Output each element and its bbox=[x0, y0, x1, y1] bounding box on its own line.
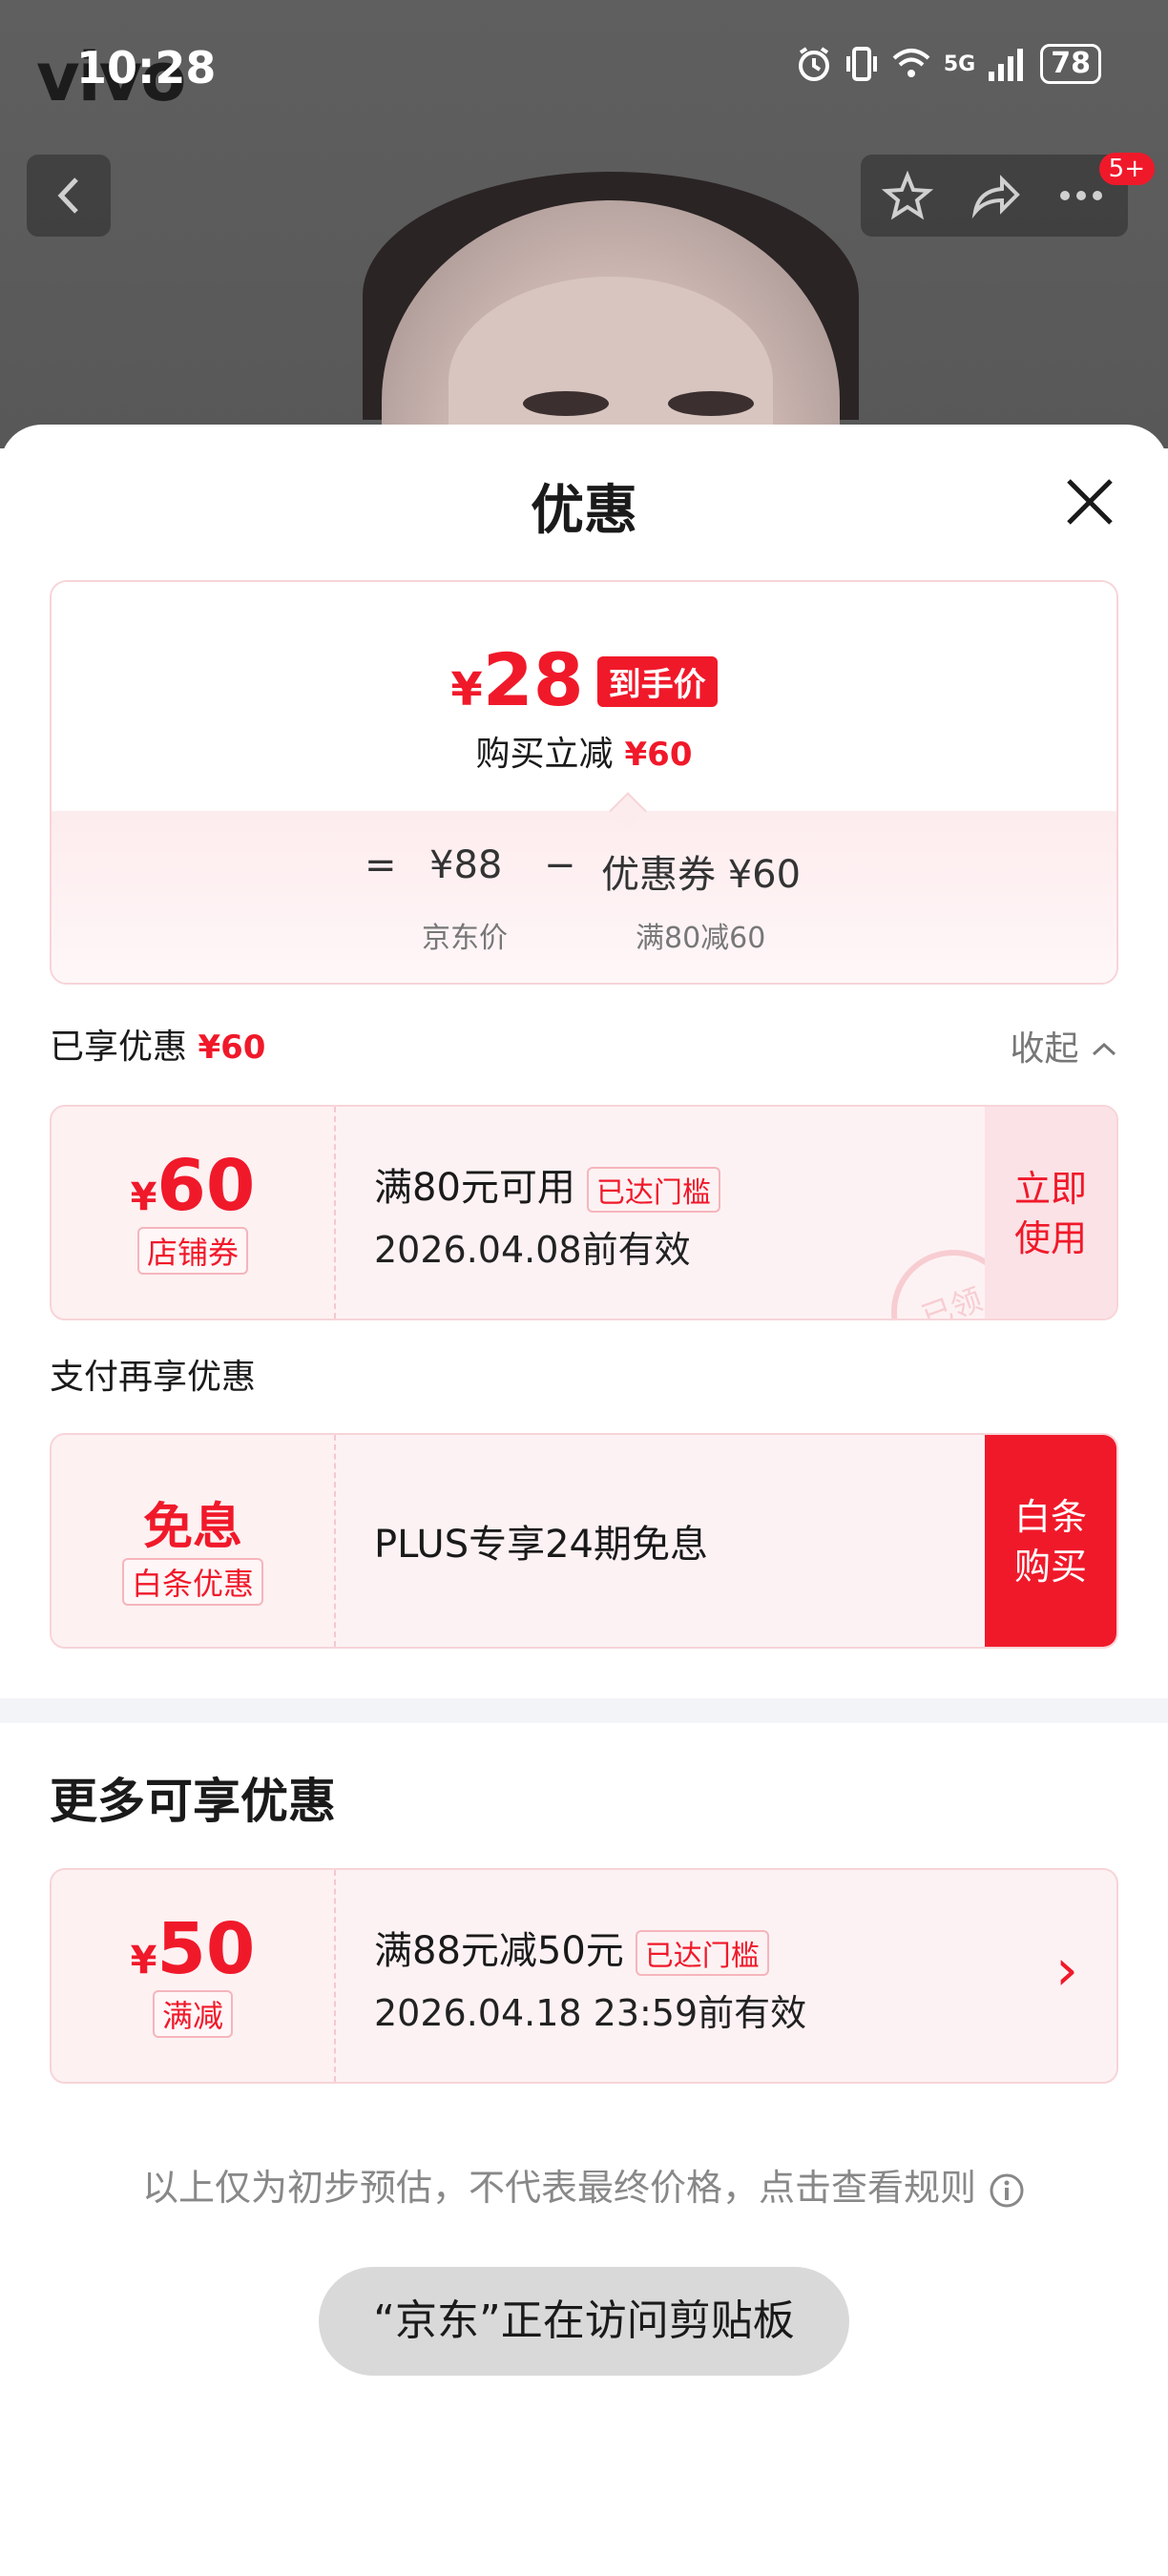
screen: vivo 10:28 5G 78 5+ 优惠 ¥28 到手价 购买立减 ¥60 =… bbox=[0, 0, 1168, 2576]
final-price-tag: 到手价 bbox=[596, 656, 718, 707]
action-bar bbox=[861, 155, 1128, 237]
product-model-eye bbox=[523, 391, 609, 416]
baitiao-amount-block: 免息 白条优惠 bbox=[52, 1435, 336, 1647]
pay-section-label: 支付再享优惠 bbox=[50, 1358, 257, 1397]
currency-symbol: ¥ bbox=[130, 1175, 157, 1219]
vibrate-icon bbox=[845, 47, 877, 81]
base-price: ¥88 bbox=[429, 843, 503, 887]
sheet-title: 优惠 bbox=[531, 480, 637, 542]
enjoyed-section-label: 已享优惠 ¥60 bbox=[50, 1019, 265, 1069]
favorite-star-icon[interactable] bbox=[874, 162, 941, 229]
chevron-right-icon[interactable]: › bbox=[1055, 1937, 1078, 2004]
share-icon[interactable] bbox=[962, 162, 1029, 229]
clipboard-toast: “京东”正在访问剪贴板 bbox=[319, 2267, 849, 2376]
more-coupon-card[interactable]: ¥50 满减 满88元减50元 已达门槛 2026.04.18 23:59前有效 … bbox=[50, 1868, 1118, 2084]
threshold-status-badge: 已达门槛 bbox=[635, 1930, 769, 1976]
status-icons: 5G 78 bbox=[795, 44, 1101, 84]
baitiao-offer-type: 白条优惠 bbox=[121, 1558, 263, 1606]
price-breakdown: = ¥88 − 优惠券 ¥60 京东价 满80减60 bbox=[52, 811, 1116, 983]
threshold-status-badge: 已达门槛 bbox=[586, 1167, 720, 1213]
collapse-label: 收起 bbox=[1010, 1029, 1079, 1069]
enjoyed-value: ¥60 bbox=[198, 1028, 266, 1067]
more-coupon-type: 满减 bbox=[152, 1990, 233, 2038]
section-divider bbox=[0, 1698, 1168, 1723]
discount-summary: 购买立减 ¥60 bbox=[52, 726, 1116, 776]
final-price-value: 28 bbox=[482, 637, 584, 722]
minus-sign: − bbox=[544, 843, 576, 887]
more-coupon-amount-block: ¥50 满减 bbox=[52, 1870, 336, 2082]
disclaimer-text: 以上仅为初步预估，不代表最终价格，点击查看规则 bbox=[141, 2167, 976, 2209]
discount-value: ¥60 bbox=[624, 736, 693, 774]
baitiao-offer-title: 免息 bbox=[142, 1499, 242, 1556]
chevron-left-icon bbox=[57, 177, 78, 214]
use-now-button[interactable]: 立即使用 bbox=[985, 1107, 1116, 1319]
baitiao-offer-text: PLUS专享24期免息 bbox=[374, 1523, 708, 1567]
network-type-label: 5G bbox=[943, 52, 976, 76]
coupon-deduction: 优惠券 ¥60 bbox=[601, 853, 802, 897]
price-summary-card: ¥28 到手价 购买立减 ¥60 = ¥88 − 优惠券 ¥60 京东价 满80减… bbox=[50, 580, 1118, 985]
store-coupon-value: 60 bbox=[156, 1145, 256, 1227]
coupon-rule: 满80减60 bbox=[636, 922, 766, 955]
more-coupon-info: 满88元减50元 已达门槛 2026.04.18 23:59前有效 bbox=[374, 1920, 806, 2036]
more-coupon-value: 50 bbox=[156, 1908, 256, 1990]
currency-symbol: ¥ bbox=[450, 663, 483, 717]
final-price: ¥28 bbox=[450, 637, 583, 722]
info-icon[interactable] bbox=[988, 2171, 1026, 2210]
store-coupon-condition: 满80元可用 bbox=[374, 1166, 575, 1210]
back-button[interactable] bbox=[27, 155, 111, 237]
collapse-button[interactable]: 收起 bbox=[1011, 1021, 1118, 1070]
store-coupon-validity: 2026.04.08前有效 bbox=[374, 1229, 691, 1271]
chevron-up-icon bbox=[1092, 1042, 1116, 1056]
close-icon[interactable] bbox=[1061, 473, 1118, 530]
more-coupon-condition: 满88元减50元 bbox=[374, 1929, 624, 1973]
store-coupon-info: 满80元可用 已达门槛 2026.04.08前有效 bbox=[374, 1156, 720, 1273]
price-disclaimer[interactable]: 以上仅为初步预估，不代表最终价格，点击查看规则 bbox=[0, 2158, 1168, 2211]
product-model-eye bbox=[668, 391, 754, 416]
store-coupon-type: 店铺券 bbox=[136, 1227, 248, 1275]
baitiao-buy-button[interactable]: 白条购买 bbox=[985, 1435, 1116, 1647]
battery-indicator: 78 bbox=[1040, 44, 1101, 84]
currency-symbol: ¥ bbox=[130, 1939, 157, 1983]
equals-sign: = bbox=[365, 843, 397, 887]
wifi-icon bbox=[892, 49, 930, 77]
message-count-badge: 5+ bbox=[1098, 153, 1155, 185]
enjoyed-label: 已享优惠 bbox=[50, 1028, 188, 1067]
baitiao-offer-card[interactable]: 免息 白条优惠 PLUS专享24期免息 白条购买 bbox=[50, 1433, 1118, 1649]
price-summary-top: ¥28 到手价 购买立减 ¥60 bbox=[52, 582, 1116, 811]
discount-label: 购买立减 bbox=[475, 735, 614, 774]
signal-icon bbox=[989, 49, 1024, 81]
more-coupon-amount: ¥50 bbox=[52, 1908, 334, 1990]
store-coupon-amount-block: ¥60 店铺券 bbox=[52, 1107, 336, 1319]
more-offers-title: 更多可享优惠 bbox=[50, 1774, 336, 1829]
status-time: 10:28 bbox=[76, 42, 217, 93]
final-price-row: ¥28 到手价 bbox=[52, 582, 1116, 722]
store-coupon-amount: ¥60 bbox=[52, 1145, 334, 1227]
base-price-label: 京东价 bbox=[422, 922, 508, 955]
alarm-icon bbox=[798, 47, 829, 81]
more-coupon-validity: 2026.04.18 23:59前有效 bbox=[374, 1992, 807, 2034]
store-coupon-card[interactable]: ¥60 店铺券 满80元可用 已达门槛 2026.04.08前有效 已领 立即使用 bbox=[50, 1105, 1118, 1320]
